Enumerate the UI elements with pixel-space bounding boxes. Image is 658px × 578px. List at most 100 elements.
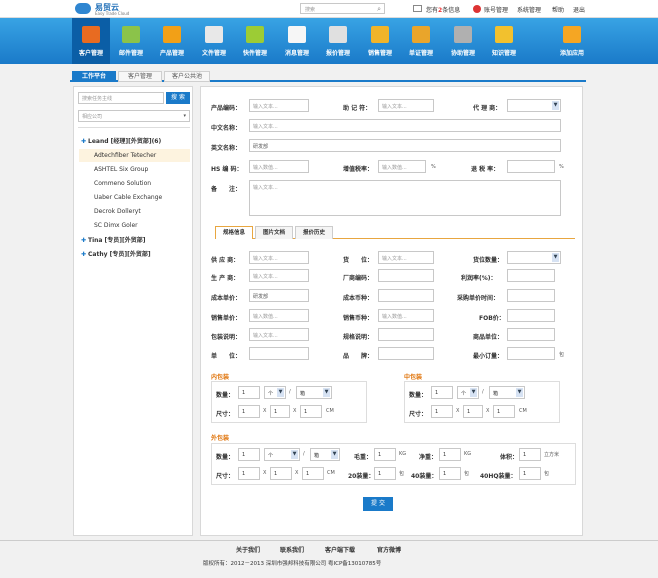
nav-document[interactable]: 单证管理 — [402, 18, 440, 64]
outer-box-select[interactable]: 箱 ▼ — [310, 448, 340, 461]
system-link[interactable]: 系统管理 — [517, 5, 541, 14]
tab-images[interactable]: 图片文档 — [255, 226, 293, 239]
account-link[interactable]: 账号管理 — [484, 5, 508, 14]
outer-unit-select[interactable]: 个 ▼ — [264, 448, 300, 461]
nav-customer[interactable]: 客户管理 — [72, 18, 110, 64]
search-button[interactable]: 搜 索 — [166, 92, 190, 104]
tree-group-tina[interactable]: ✚ Tina [专员][外贸部] — [79, 234, 190, 247]
middle-unit-select[interactable]: 个 ▼ — [457, 386, 479, 399]
footer-link-about[interactable]: 关于我们 — [236, 545, 260, 554]
nav-assist[interactable]: 协助管理 — [444, 18, 482, 64]
outer-width-input[interactable]: 1 — [270, 467, 292, 480]
nav-express[interactable]: 快件管理 — [236, 18, 274, 64]
inner-width-input[interactable]: 1 — [270, 405, 290, 418]
footer-link-contact[interactable]: 联系我们 — [280, 545, 304, 554]
c40hq-input[interactable]: 1 — [519, 467, 541, 480]
sale-currency-input[interactable]: 输入数值... — [378, 309, 434, 322]
vat-rate-input[interactable]: 输入数值... — [378, 160, 426, 173]
tab-workbench[interactable]: 工作平台 — [72, 71, 116, 82]
nav-quote[interactable]: 报价管理 — [319, 18, 357, 64]
goods-unit-input[interactable] — [507, 328, 555, 341]
manufacturer-input[interactable]: 输入文本... — [249, 269, 309, 282]
tree-group-leand[interactable]: ✚ Leand [经理][外贸部](6) — [79, 135, 190, 148]
profit-rate-input[interactable] — [507, 269, 555, 282]
middle-box-select[interactable]: 箱 ▼ — [489, 386, 525, 399]
fob-input[interactable] — [507, 309, 555, 322]
tab-customer[interactable]: 客户管理 — [118, 71, 162, 82]
label-vat-rate: 增值税率： — [343, 166, 374, 173]
tree-item[interactable]: Commeno Solution — [79, 177, 190, 190]
c40-input[interactable]: 1 — [439, 467, 461, 480]
label-spec-desc: 规格说明： — [343, 334, 374, 341]
outer-qty-input[interactable]: 1 — [238, 448, 260, 461]
sale-price-input[interactable]: 输入数值... — [249, 309, 309, 322]
mail-icon[interactable] — [413, 5, 422, 12]
inner-height-input[interactable]: 1 — [300, 405, 322, 418]
spec-desc-input[interactable] — [378, 328, 434, 341]
c20-input[interactable]: 1 — [374, 467, 396, 480]
logo[interactable]: 易贸云 Easy Trade Cloud — [75, 2, 145, 16]
supplier-input[interactable]: 输入文本... — [249, 251, 309, 264]
agent-select[interactable]: ▼ — [507, 99, 561, 112]
tree-item[interactable]: Decrok Dolleryt — [79, 205, 190, 218]
tree-item[interactable]: Adtechfiber Tetecher — [79, 149, 190, 162]
brand-input[interactable] — [378, 347, 434, 360]
logout-link[interactable]: 退出 — [573, 5, 585, 14]
product-code-input[interactable]: 输入文本... — [249, 99, 309, 112]
nav-file[interactable]: 文件管理 — [195, 18, 233, 64]
nav-product[interactable]: 产品管理 — [153, 18, 191, 64]
nav-knowledge[interactable]: 知识管理 — [485, 18, 523, 64]
cn-name-input[interactable]: 输入文本... — [249, 119, 561, 132]
hs-code-input[interactable]: 输入数值... — [249, 160, 309, 173]
goods-type-select[interactable]: ▼ — [507, 251, 561, 264]
label-cost-price: 成本单价： — [211, 295, 242, 302]
global-search-input[interactable]: 搜索 ⌕ — [300, 3, 385, 14]
nav-mail[interactable]: 邮件管理 — [112, 18, 150, 64]
submit-button[interactable]: 提 交 — [363, 497, 393, 511]
message-notice[interactable]: 您有2条信息 — [426, 5, 460, 14]
task-search-input[interactable]: 搜索任务主线 — [78, 92, 164, 104]
footer-link-weibo[interactable]: 官方微博 — [377, 545, 401, 554]
middle-width-input[interactable]: 1 — [463, 405, 483, 418]
middle-length-input[interactable]: 1 — [431, 405, 453, 418]
footer-link-download[interactable]: 客户端下载 — [325, 545, 355, 554]
memo-input[interactable]: 输入文本... — [378, 99, 434, 112]
tab-spec[interactable]: 规格信息 — [215, 226, 253, 239]
cost-currency-input[interactable] — [378, 289, 434, 302]
label-agent: 代 理 商： — [473, 105, 502, 112]
inner-unit-select[interactable]: 个 ▼ — [264, 386, 286, 399]
tab-quote-history[interactable]: 报价历史 — [295, 226, 333, 239]
middle-height-input[interactable]: 1 — [493, 405, 515, 418]
nav-sales[interactable]: 销售管理 — [361, 18, 399, 64]
search-icon[interactable]: ⌕ — [377, 5, 381, 14]
nav-message[interactable]: 消息管理 — [278, 18, 316, 64]
pack-desc-input[interactable]: 输入文本... — [249, 328, 309, 341]
en-name-input[interactable]: 研发部 — [249, 139, 561, 152]
inner-box-select[interactable]: 箱 ▼ — [296, 386, 332, 399]
outer-length-input[interactable]: 1 — [238, 467, 260, 480]
company-select[interactable]: 相应公司 ▾ — [78, 110, 190, 122]
volume-input[interactable]: 1 — [519, 448, 541, 461]
tree-item[interactable]: ASHTEL Six Group — [79, 163, 190, 176]
tab-public-pool[interactable]: 客户公共池 — [164, 71, 210, 82]
customer-icon — [82, 26, 100, 43]
middle-qty-input[interactable]: 1 — [431, 386, 453, 399]
inner-length-input[interactable]: 1 — [238, 405, 260, 418]
net-weight-input[interactable]: 1 — [439, 448, 461, 461]
goods-no-input[interactable]: 输入文本... — [378, 251, 434, 264]
purchase-time-input[interactable] — [507, 289, 555, 302]
help-link[interactable]: 帮助 — [552, 5, 564, 14]
remark-textarea[interactable]: 输入文本... — [249, 180, 561, 216]
tree-group-cathy[interactable]: ✚ Cathy [专员][外贸部] — [79, 248, 190, 261]
inner-qty-input[interactable]: 1 — [238, 386, 260, 399]
outer-height-input[interactable]: 1 — [302, 467, 324, 480]
factory-code-input[interactable] — [378, 269, 434, 282]
unit-input[interactable] — [249, 347, 309, 360]
tax-refund-input[interactable] — [507, 160, 555, 173]
gross-weight-input[interactable]: 1 — [374, 448, 396, 461]
cost-price-input[interactable]: 研发部 — [249, 289, 309, 302]
nav-add-app[interactable]: 添加应用 — [553, 18, 591, 64]
tree-item[interactable]: Uaber Cable Exchange — [79, 191, 190, 204]
min-order-input[interactable] — [507, 347, 555, 360]
tree-item[interactable]: SC Dimx Goler — [79, 219, 190, 232]
